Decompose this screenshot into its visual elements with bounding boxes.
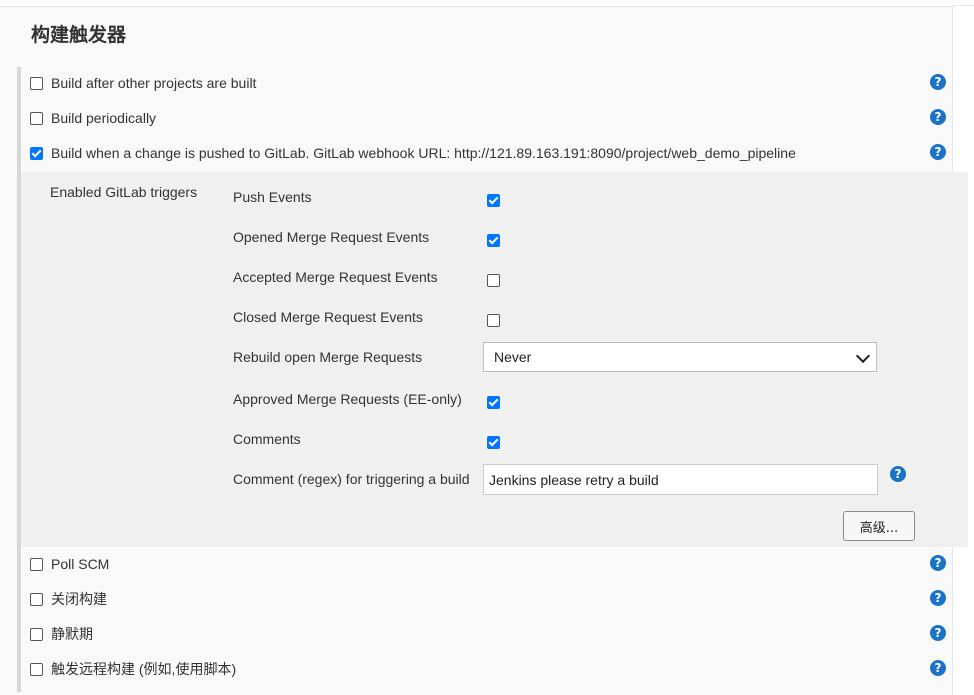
trigger-build-periodically[interactable]: Build periodically [30, 107, 156, 129]
trigger-gitlab-push[interactable]: Build when a change is pushed to GitLab.… [30, 142, 796, 164]
opened-mr-label: Opened Merge Request Events [233, 229, 430, 245]
help-icon[interactable]: ? [930, 109, 946, 125]
build-periodically-checkbox[interactable] [30, 111, 43, 125]
comment-regex-input[interactable]: Jenkins please retry a build [483, 464, 878, 495]
help-icon[interactable]: ? [930, 144, 946, 160]
trigger-remote-build[interactable]: 触发远程构建 (例如,使用脚本) [30, 658, 236, 680]
help-icon[interactable]: ? [930, 555, 946, 571]
trigger-label: Poll SCM [51, 556, 110, 572]
comments-label: Comments [233, 431, 301, 447]
trigger-label: Build periodically [51, 110, 157, 126]
help-icon[interactable]: ? [930, 590, 946, 606]
gitlab-triggers-heading: Enabled GitLab triggers [50, 184, 198, 200]
help-icon[interactable]: ? [890, 466, 906, 482]
trigger-poll-scm[interactable]: Poll SCM [30, 553, 109, 575]
help-icon[interactable]: ? [930, 74, 946, 90]
rebuild-open-mr-select[interactable]: Never [483, 342, 877, 372]
remote-build-checkbox[interactable] [30, 662, 43, 676]
closed-mr-checkbox[interactable] [487, 314, 500, 327]
trigger-build-after-other[interactable]: Build after other projects are built [30, 72, 256, 94]
trigger-label: Build when a change is pushed to GitLab.… [51, 145, 796, 161]
build-after-other-checkbox[interactable] [30, 76, 43, 90]
push-events-label: Push Events [233, 189, 312, 205]
comments-checkbox[interactable] [487, 436, 500, 449]
gitlab-push-checkbox[interactable] [30, 146, 43, 160]
push-events-checkbox[interactable] [487, 194, 500, 207]
trigger-label: 静默期 [51, 626, 93, 642]
chevron-down-icon [855, 348, 871, 364]
help-icon[interactable]: ? [930, 660, 946, 676]
opened-mr-checkbox[interactable] [487, 234, 500, 247]
trigger-label: Build after other projects are built [51, 75, 257, 91]
select-value: Never [494, 349, 532, 365]
approved-mr-label: Approved Merge Requests (EE-only) [233, 391, 462, 407]
help-icon[interactable]: ? [930, 625, 946, 641]
comment-regex-label: Comment (regex) for triggering a build [233, 471, 470, 487]
section-title: 构建触发器 [31, 24, 127, 46]
trigger-label: 触发远程构建 (例如,使用脚本) [51, 661, 237, 677]
input-value: Jenkins please retry a build [489, 471, 659, 488]
divider [953, 5, 974, 6]
poll-scm-checkbox[interactable] [30, 557, 43, 571]
approved-mr-checkbox[interactable] [487, 396, 500, 409]
accepted-mr-label: Accepted Merge Request Events [233, 269, 438, 285]
rebuild-open-mr-label: Rebuild open Merge Requests [233, 349, 423, 365]
disable-build-checkbox[interactable] [30, 592, 43, 606]
advanced-button[interactable]: 高级... [843, 511, 915, 541]
trigger-quiet-period[interactable]: 静默期 [30, 623, 93, 645]
quiet-period-checkbox[interactable] [30, 627, 43, 641]
trigger-disable-build[interactable]: 关闭构建 [30, 588, 107, 610]
trigger-label: 关闭构建 [51, 591, 107, 607]
accepted-mr-checkbox[interactable] [487, 274, 500, 287]
closed-mr-label: Closed Merge Request Events [233, 309, 423, 325]
